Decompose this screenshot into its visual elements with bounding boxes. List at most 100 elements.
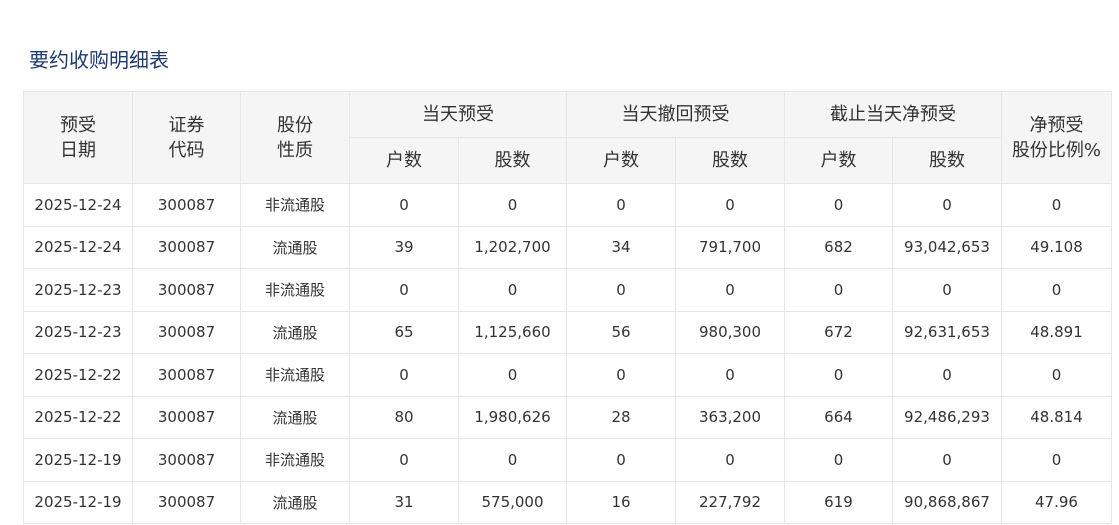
header-group-net: 截止当天净预受 [784,91,1002,138]
cell-today-shares: 0 [458,183,567,227]
header-net-households: 户数 [784,137,893,184]
cell-date: 2025-12-23 [23,268,133,312]
cell-ratio: 0 [1001,183,1112,227]
cell-type: 非流通股 [240,353,350,397]
cell-today-shares: 1,980,626 [458,395,567,439]
tender-offer-detail-table: 预受 日期 证券 代码 股份 性质 当天预受 当天撤回预受 截止当天净预受 净预… [23,91,1112,524]
cell-type: 非流通股 [240,438,350,482]
table-row: 2025-12-23 300087 流通股 65 1,125,660 56 98… [23,310,1112,354]
header-ratio: 净预受 股份比例% [1001,91,1112,184]
cell-ratio: 47.96 [1001,480,1112,524]
cell-withdraw-shares: 0 [675,353,785,397]
cell-date: 2025-12-23 [23,310,133,354]
cell-today-households: 31 [349,480,459,524]
table-row: 2025-12-24 300087 非流通股 0 0 0 0 0 0 0 [23,183,1112,227]
header-group-withdraw: 当天撤回预受 [566,91,785,138]
cell-withdraw-households: 0 [566,353,676,397]
cell-withdraw-shares: 0 [675,183,785,227]
cell-today-households: 80 [349,395,459,439]
table-body: 2025-12-24 300087 非流通股 0 0 0 0 0 0 0 202… [23,183,1112,524]
cell-date: 2025-12-22 [23,395,133,439]
cell-date: 2025-12-19 [23,438,133,482]
header-withdraw-shares: 股数 [675,137,785,184]
header-type: 股份 性质 [240,91,350,184]
cell-withdraw-shares: 0 [675,438,785,482]
cell-net-households: 0 [784,438,893,482]
cell-net-shares: 90,868,867 [892,480,1002,524]
cell-net-households: 619 [784,480,893,524]
cell-net-households: 682 [784,225,893,269]
cell-today-shares: 0 [458,438,567,482]
table-header: 预受 日期 证券 代码 股份 性质 当天预受 当天撤回预受 截止当天净预受 净预… [23,91,1112,184]
table-row: 2025-12-19 300087 流通股 31 575,000 16 227,… [23,480,1112,524]
cell-date: 2025-12-24 [23,225,133,269]
cell-type: 非流通股 [240,183,350,227]
cell-today-shares: 1,125,660 [458,310,567,354]
cell-net-shares: 92,631,653 [892,310,1002,354]
cell-withdraw-households: 34 [566,225,676,269]
cell-withdraw-shares: 363,200 [675,395,785,439]
cell-net-shares: 92,486,293 [892,395,1002,439]
cell-code: 300087 [132,395,241,439]
cell-type: 非流通股 [240,268,350,312]
cell-code: 300087 [132,225,241,269]
cell-today-shares: 0 [458,353,567,397]
cell-code: 300087 [132,310,241,354]
header-group-today: 当天预受 [349,91,567,138]
table-row: 2025-12-22 300087 非流通股 0 0 0 0 0 0 0 [23,353,1112,397]
cell-ratio: 48.814 [1001,395,1112,439]
header-date: 预受 日期 [23,91,133,184]
cell-ratio: 49.108 [1001,225,1112,269]
cell-withdraw-households: 16 [566,480,676,524]
cell-date: 2025-12-19 [23,480,133,524]
cell-withdraw-households: 0 [566,268,676,312]
cell-withdraw-households: 56 [566,310,676,354]
cell-withdraw-shares: 791,700 [675,225,785,269]
cell-ratio: 0 [1001,438,1112,482]
cell-ratio: 0 [1001,268,1112,312]
cell-ratio: 48.891 [1001,310,1112,354]
cell-withdraw-households: 0 [566,438,676,482]
cell-net-households: 0 [784,183,893,227]
table-row: 2025-12-22 300087 流通股 80 1,980,626 28 36… [23,395,1112,439]
cell-today-shares: 1,202,700 [458,225,567,269]
cell-code: 300087 [132,480,241,524]
cell-type: 流通股 [240,225,350,269]
cell-today-shares: 575,000 [458,480,567,524]
cell-withdraw-households: 0 [566,183,676,227]
cell-net-shares: 93,042,653 [892,225,1002,269]
cell-code: 300087 [132,183,241,227]
cell-type: 流通股 [240,480,350,524]
cell-code: 300087 [132,268,241,312]
header-today-shares: 股数 [458,137,567,184]
table-row: 2025-12-23 300087 非流通股 0 0 0 0 0 0 0 [23,268,1112,312]
cell-today-households: 0 [349,353,459,397]
cell-today-households: 0 [349,268,459,312]
cell-code: 300087 [132,438,241,482]
cell-ratio: 0 [1001,353,1112,397]
cell-code: 300087 [132,353,241,397]
header-today-households: 户数 [349,137,459,184]
cell-withdraw-shares: 227,792 [675,480,785,524]
cell-withdraw-shares: 980,300 [675,310,785,354]
header-net-shares: 股数 [892,137,1002,184]
header-withdraw-households: 户数 [566,137,676,184]
cell-today-shares: 0 [458,268,567,312]
cell-net-households: 664 [784,395,893,439]
cell-type: 流通股 [240,395,350,439]
cell-date: 2025-12-24 [23,183,133,227]
cell-date: 2025-12-22 [23,353,133,397]
cell-today-households: 0 [349,438,459,482]
cell-today-households: 0 [349,183,459,227]
cell-net-households: 0 [784,268,893,312]
cell-withdraw-households: 28 [566,395,676,439]
cell-today-households: 65 [349,310,459,354]
cell-net-shares: 0 [892,268,1002,312]
table-row: 2025-12-19 300087 非流通股 0 0 0 0 0 0 0 [23,438,1112,482]
cell-type: 流通股 [240,310,350,354]
page-title: 要约收购明细表 [29,48,169,72]
cell-today-households: 39 [349,225,459,269]
cell-net-shares: 0 [892,183,1002,227]
header-code: 证券 代码 [132,91,241,184]
cell-net-shares: 0 [892,438,1002,482]
